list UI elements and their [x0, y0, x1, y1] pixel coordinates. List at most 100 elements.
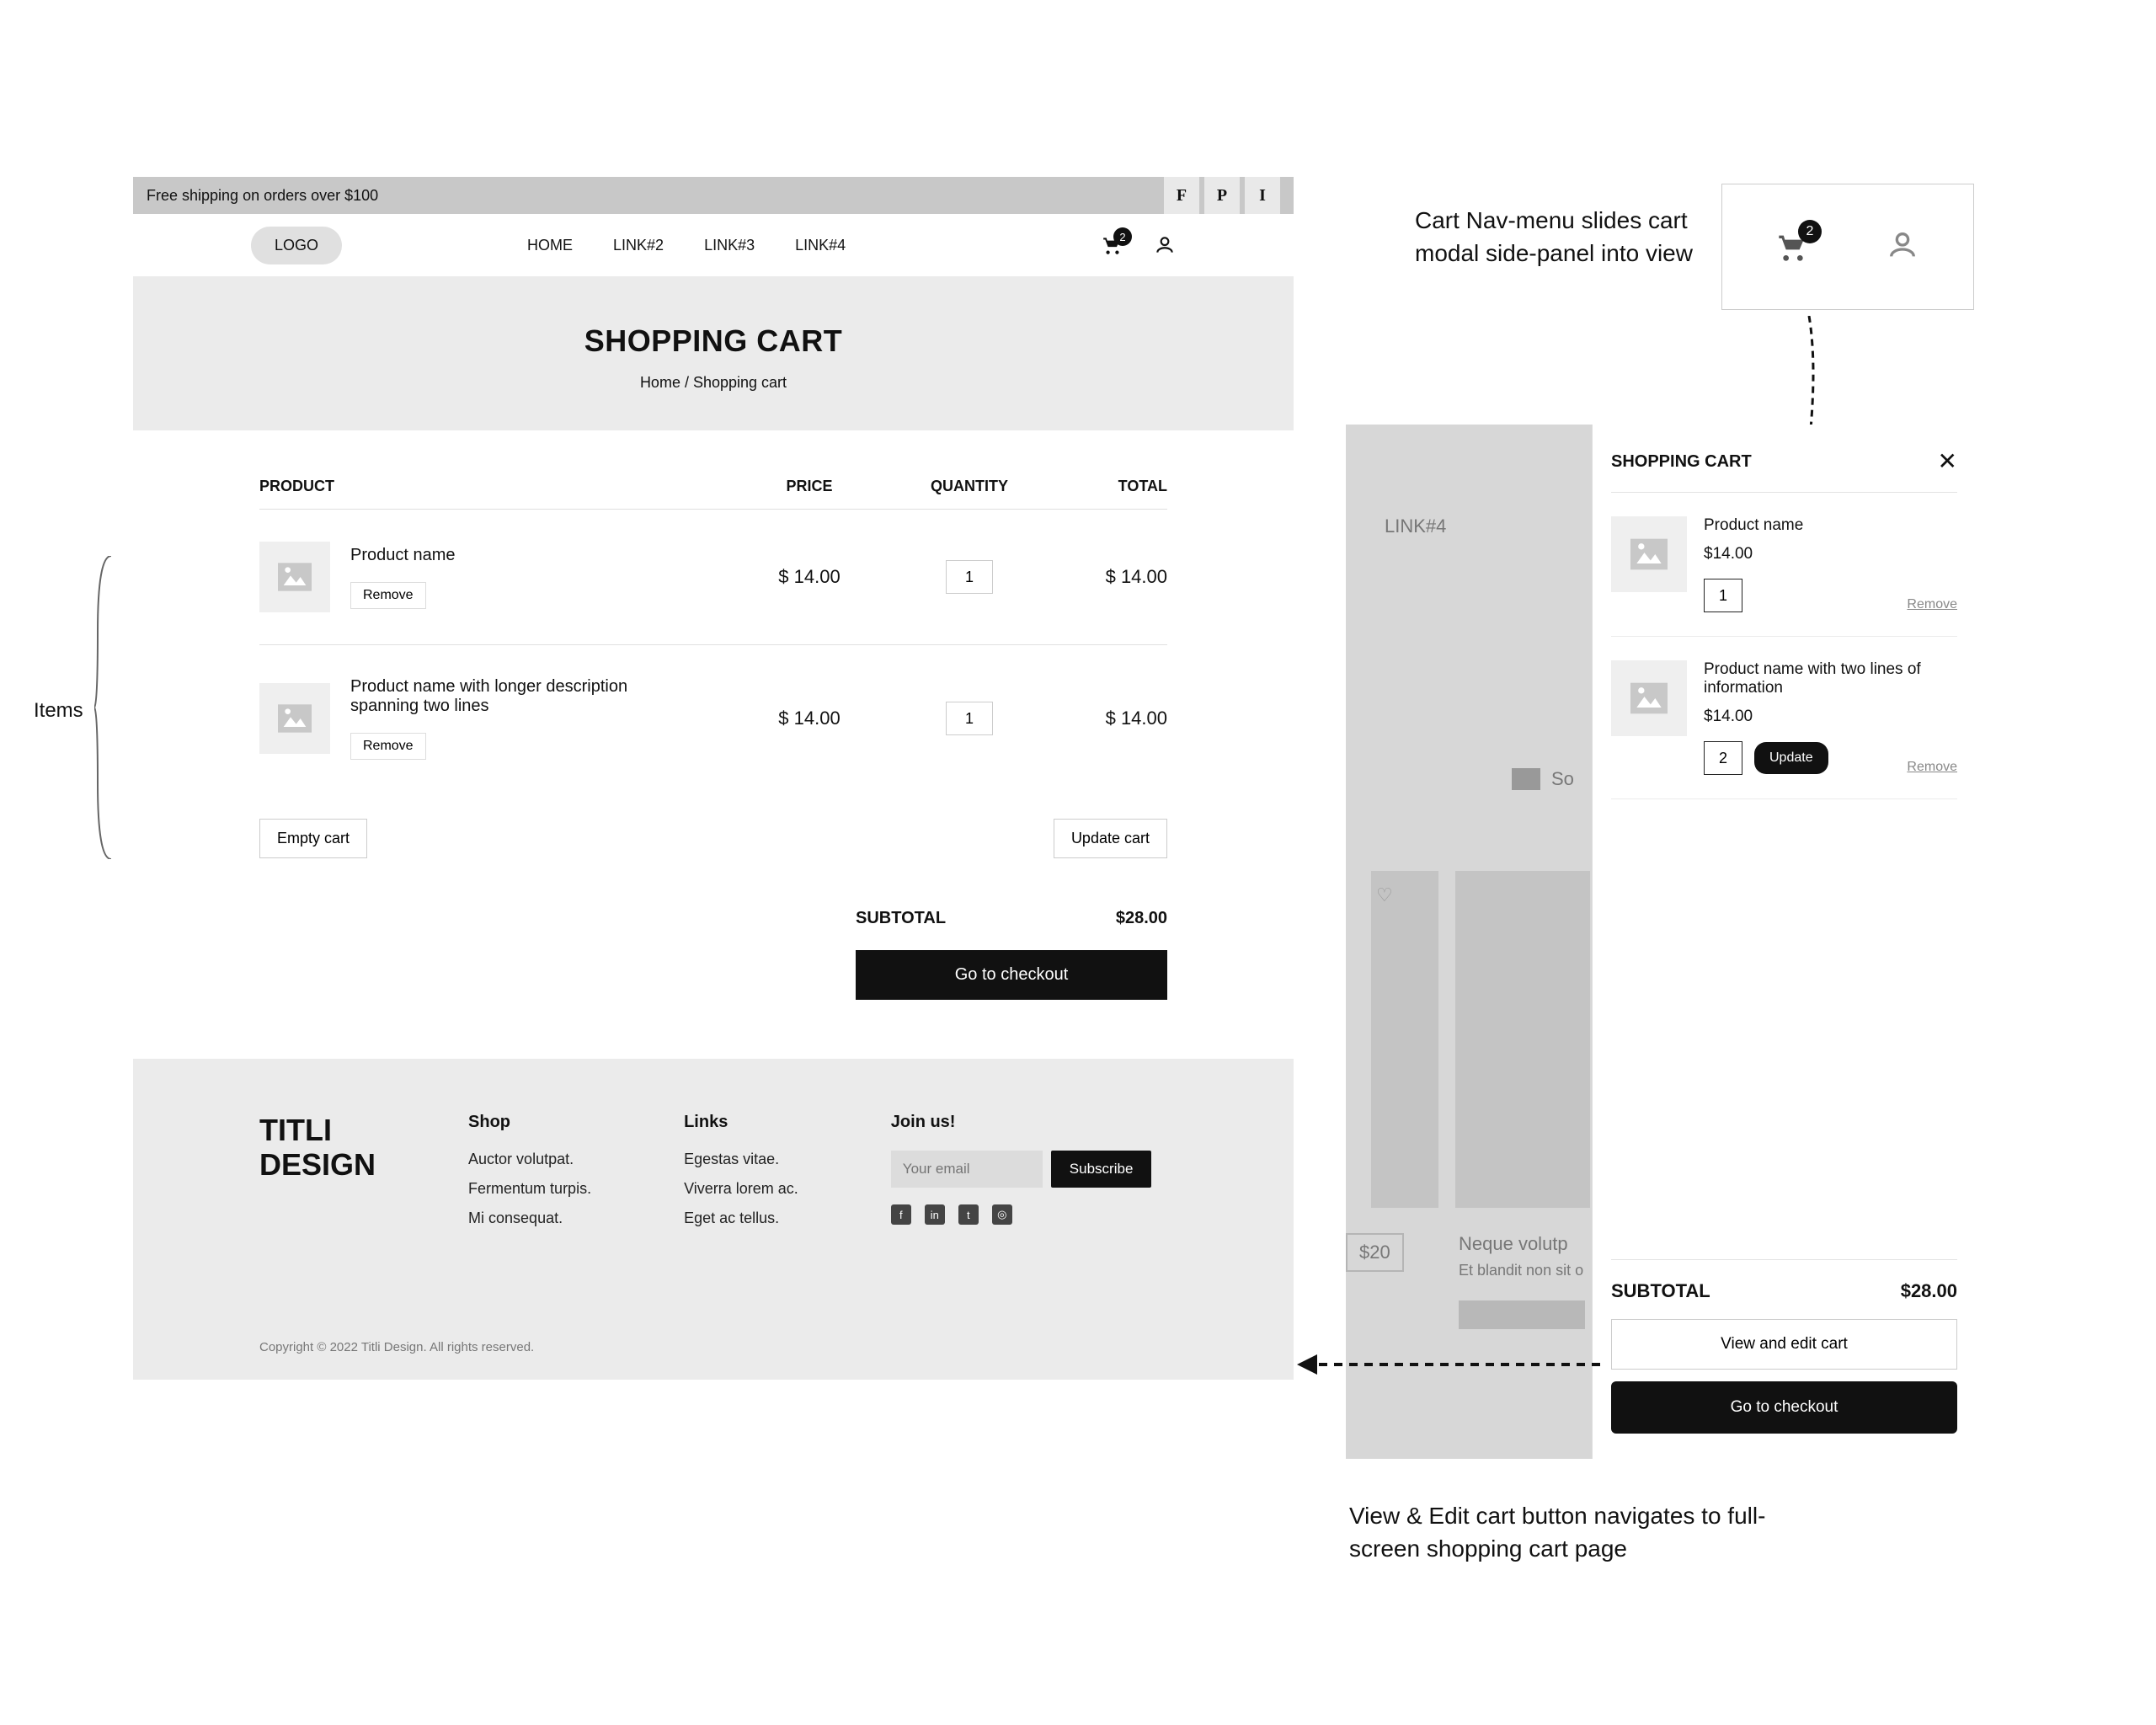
- account-button[interactable]: [1154, 234, 1176, 256]
- nav-link-3[interactable]: LINK#3: [704, 237, 755, 254]
- product-name: Product name: [350, 546, 729, 565]
- panel-item: Product name with two lines of informati…: [1611, 637, 1957, 799]
- footer-col-links: Links Egestas vitae. Viverra lorem ac. E…: [684, 1113, 798, 1239]
- annotation-back: View & Edit cart button navigates to ful…: [1349, 1499, 1787, 1565]
- cart-table-head: PRODUCT PRICE QUANTITY TOTAL: [259, 478, 1167, 509]
- col-qty: QUANTITY: [889, 478, 1049, 495]
- nav-links: HOME LINK#2 LINK#3 LINK#4: [527, 237, 846, 254]
- user-icon: [1886, 228, 1919, 262]
- logo[interactable]: LOGO: [251, 227, 342, 264]
- table-row: Product name with longer description spa…: [259, 644, 1167, 792]
- announce-social: F P I: [1162, 177, 1280, 214]
- cart-side-panel: SHOPPING CART ✕ Product name $14.00 Remo…: [1592, 425, 1976, 1459]
- panel-qty-input[interactable]: [1704, 579, 1742, 612]
- footer-link[interactable]: Fermentum turpis.: [468, 1180, 591, 1198]
- nav-link-home[interactable]: HOME: [527, 237, 573, 254]
- social-p-icon[interactable]: P: [1203, 177, 1240, 214]
- heart-icon: ♡: [1376, 884, 1393, 906]
- breadcrumb: Home / Shopping cart: [133, 374, 1294, 392]
- account-button[interactable]: [1886, 228, 1919, 266]
- close-icon[interactable]: ✕: [1938, 450, 1957, 473]
- panel-remove-button[interactable]: Remove: [1907, 760, 1957, 775]
- panel-remove-button[interactable]: Remove: [1907, 597, 1957, 612]
- page-title: SHOPPING CART: [133, 323, 1294, 359]
- cart-table: PRODUCT PRICE QUANTITY TOTAL Product nam…: [133, 430, 1294, 1059]
- social-i-icon[interactable]: I: [1243, 177, 1280, 214]
- footer-link[interactable]: Viverra lorem ac.: [684, 1180, 798, 1198]
- cart-page: Free shipping on orders over $100 F P I …: [133, 177, 1294, 1380]
- image-icon: [259, 542, 330, 612]
- cart-button[interactable]: 2: [1102, 234, 1123, 256]
- user-icon: [1154, 234, 1176, 256]
- view-edit-cart-button[interactable]: View and edit cart: [1611, 1319, 1957, 1370]
- product-price: $ 14.00: [729, 566, 889, 588]
- title-band: SHOPPING CART Home / Shopping cart: [133, 276, 1294, 430]
- footer-link[interactable]: Egestas vitae.: [684, 1151, 798, 1168]
- linkedin-icon[interactable]: in: [925, 1204, 945, 1225]
- instagram-icon[interactable]: ◎: [992, 1204, 1012, 1225]
- cart-badge: 2: [1798, 220, 1822, 243]
- subtotal-value: $28.00: [1116, 909, 1167, 928]
- subtotal-block: SUBTOTAL $28.00 Go to checkout: [856, 909, 1167, 1000]
- product-name: Product name with longer description spa…: [350, 677, 654, 716]
- brace-icon: [94, 556, 118, 859]
- announce-text: Free shipping on orders over $100: [147, 187, 378, 205]
- subtotal-label: SUBTOTAL: [856, 909, 946, 928]
- image-icon: [1611, 516, 1687, 592]
- footer-link[interactable]: Mi consequat.: [468, 1210, 591, 1227]
- arrow-left-icon: [1297, 1348, 1600, 1381]
- grid-icon: [1512, 768, 1540, 790]
- table-row: Product name Remove $ 14.00 $ 14.00: [259, 509, 1167, 644]
- cart-actions: Empty cart Update cart: [259, 819, 1167, 858]
- panel-title: SHOPPING CART: [1611, 452, 1752, 472]
- image-icon: [259, 683, 330, 754]
- email-input[interactable]: [891, 1151, 1043, 1188]
- panel-subtotal-value: $28.00: [1901, 1280, 1957, 1302]
- panel-product-price: $14.00: [1704, 545, 1957, 563]
- footer-socials: f in t ◎: [891, 1204, 1152, 1225]
- panel-footer: SUBTOTAL $28.00 View and edit cart Go to…: [1611, 1259, 1957, 1434]
- footer-brand: TITLI DESIGN: [259, 1113, 376, 1239]
- update-cart-button[interactable]: Update cart: [1054, 819, 1167, 858]
- empty-cart-button[interactable]: Empty cart: [259, 819, 367, 858]
- remove-button[interactable]: Remove: [350, 582, 426, 609]
- panel-update-button[interactable]: Update: [1754, 742, 1828, 774]
- image-icon: [1611, 660, 1687, 736]
- nav-link-4[interactable]: LINK#4: [795, 237, 846, 254]
- annotation-items: Items: [34, 699, 83, 723]
- remove-button[interactable]: Remove: [350, 733, 426, 760]
- panel-item: Product name $14.00 Remove: [1611, 493, 1957, 637]
- panel-product-price: $14.00: [1704, 708, 1957, 726]
- cart-badge: 2: [1113, 227, 1132, 246]
- panel-qty-input[interactable]: [1704, 741, 1742, 775]
- product-total: $ 14.00: [1049, 566, 1167, 588]
- panel-checkout-button[interactable]: Go to checkout: [1611, 1381, 1957, 1434]
- subscribe-button[interactable]: Subscribe: [1051, 1151, 1152, 1188]
- copyright: Copyright © 2022 Titli Design. All right…: [259, 1340, 1167, 1354]
- footer-col-join: Join us! Subscribe f in t ◎: [891, 1113, 1152, 1239]
- nav-link-2[interactable]: LINK#2: [613, 237, 664, 254]
- checkout-button[interactable]: Go to checkout: [856, 950, 1167, 1000]
- product-total: $ 14.00: [1049, 708, 1167, 729]
- facebook-icon[interactable]: f: [891, 1204, 911, 1225]
- main-nav: LOGO HOME LINK#2 LINK#3 LINK#4 2: [133, 214, 1294, 276]
- col-price: PRICE: [729, 478, 889, 495]
- qty-input[interactable]: [946, 560, 993, 594]
- panel-product-name: Product name: [1704, 516, 1957, 535]
- product-price: $ 14.00: [729, 708, 889, 729]
- footer: TITLI DESIGN Shop Auctor volutpat. Ferme…: [133, 1059, 1294, 1380]
- annotation-slide: Cart Nav-menu slides cart modal side-pan…: [1415, 204, 1701, 270]
- col-total: TOTAL: [1049, 478, 1167, 495]
- crumb-home[interactable]: Home: [640, 374, 680, 391]
- cart-button[interactable]: 2: [1776, 230, 1810, 264]
- qty-input[interactable]: [946, 702, 993, 735]
- social-f-icon[interactable]: F: [1162, 177, 1199, 214]
- footer-link[interactable]: Auctor volutpat.: [468, 1151, 591, 1168]
- panel-product-name: Product name with two lines of informati…: [1704, 660, 1957, 697]
- nav-snippet: 2: [1721, 184, 1974, 310]
- col-product: PRODUCT: [259, 478, 729, 495]
- footer-link[interactable]: Eget ac tellus.: [684, 1210, 798, 1227]
- twitter-icon[interactable]: t: [958, 1204, 979, 1225]
- panel-subtotal-label: SUBTOTAL: [1611, 1280, 1710, 1302]
- crumb-current: Shopping cart: [693, 374, 787, 391]
